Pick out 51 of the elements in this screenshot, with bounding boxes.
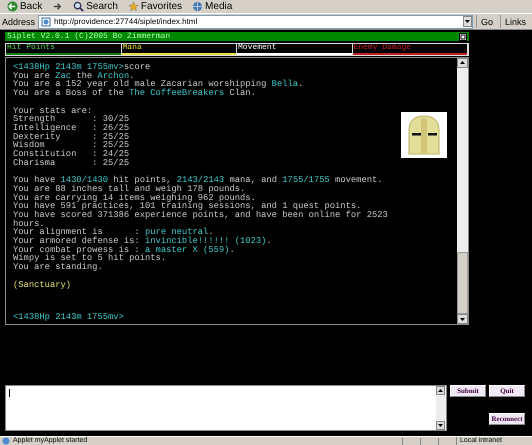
terminal-line: (Sanctuary) — [13, 280, 72, 290]
forward-arrow-icon — [52, 1, 64, 12]
terminal-line: Wisdom : 25/25 — [13, 141, 130, 150]
terminal-line: You are a 152 year old male Zacarian worshipping Bella. — [13, 80, 304, 90]
scroll-down-icon[interactable] — [457, 314, 468, 324]
terminal-line: Your armored defense is: invincible!!!!!! (1023). — [13, 237, 273, 246]
address-field[interactable]: http://providence:27744/siplet/index.html — [38, 14, 473, 28]
terminal-line: You have 1430/1430 hit points, 2143/2143 mana, and 1755/1755 movement. — [13, 176, 384, 185]
search-icon — [73, 1, 84, 12]
terminal-line: You are standing. — [13, 263, 104, 272]
scroll-thumb[interactable] — [457, 252, 468, 314]
terminal-prompt: <1438Hp 2143m 1755mv> — [13, 313, 125, 322]
terminal-line: You have scored 371386 experience points, and have been online for 2523 — [13, 210, 389, 220]
search-button[interactable]: Search — [70, 0, 121, 12]
terminal-line: <1438Hp 2143m 1755mv>score — [13, 63, 152, 72]
scrollbar[interactable] — [457, 58, 468, 324]
command-input[interactable] — [5, 385, 447, 431]
maximize-icon[interactable] — [459, 32, 467, 40]
terminal-line: Your alignment is : pure neutral. — [13, 228, 214, 238]
terminal-line: Dexterity : 25/25 — [13, 132, 130, 142]
terminal-line: You are a Boss of the The CoffeeBreakers Clan. — [13, 89, 257, 98]
terminal-line: Wimpy is set to 5 hit points. — [13, 254, 168, 264]
applet-title: Siplet V2.0.1 (C)2005 Bo Zimmerman — [7, 32, 170, 41]
terminal-line: Your combat prowess is : a master X (559). — [13, 246, 236, 254]
globe-icon — [2, 437, 10, 445]
terminal-line: Charisma : 25/25 — [13, 158, 130, 168]
terminal-line: Constitution : 24/25 — [13, 150, 130, 159]
terminal-line: hours. — [13, 220, 45, 228]
star-icon — [128, 1, 139, 12]
helmet-icon — [401, 112, 447, 158]
terminal-line: You are Zac the Archon. — [13, 72, 134, 80]
scroll-up-icon[interactable] — [436, 386, 445, 395]
address-label: Address — [2, 16, 36, 26]
meter-label: Movement — [237, 44, 278, 52]
back-button[interactable]: Back — [4, 0, 46, 12]
terminal-line: Intelligence : 26/25 — [13, 124, 130, 133]
globe-icon — [192, 1, 204, 12]
terminal-line: You are 88 inches tall and weigh 178 pounds. — [13, 184, 246, 194]
scroll-up-icon[interactable] — [457, 58, 468, 68]
favorites-button[interactable]: Favorites — [124, 0, 186, 12]
terminal-line: You have 591 practices, 101 training sessions, and 1 quest points. — [13, 202, 362, 211]
meter-label: Mana — [122, 44, 143, 52]
meter-label: Enemy Damage — [352, 44, 412, 52]
meter-label: Hit Points — [6, 44, 56, 52]
terminal-line: Your stats are: — [13, 106, 94, 116]
terminal-line: You are carrying 14 items weighing 962 pounds. — [13, 194, 257, 202]
terminal-line: Strength : 30/25 — [13, 115, 130, 124]
scroll-down-icon[interactable] — [436, 421, 445, 430]
page-icon — [41, 16, 52, 26]
dropdown-icon[interactable] — [462, 16, 472, 27]
media-button[interactable]: Media — [189, 0, 236, 12]
